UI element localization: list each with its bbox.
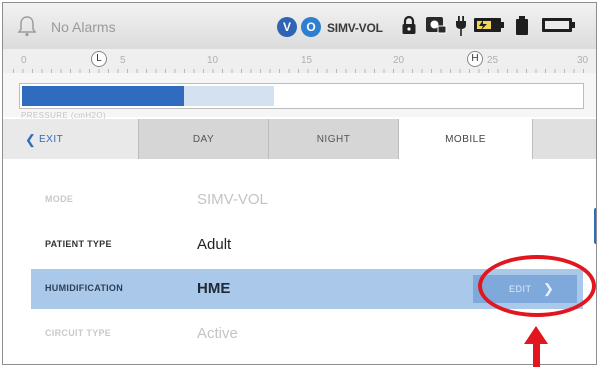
battery-icon (474, 18, 504, 32)
tab-night[interactable]: NIGHT (269, 119, 399, 159)
tab-mobile[interactable]: MOBILE (399, 119, 533, 159)
pressure-scale: 0 L 5 10 15 20 H 25 30 (3, 49, 596, 75)
setting-label: HUMIDIFICATION (45, 283, 124, 293)
plug-icon (456, 16, 466, 36)
pressure-bar-fill (22, 86, 184, 106)
tab-bar-filler (533, 119, 596, 159)
setting-row-patient-type[interactable]: PATIENT TYPE Adult (31, 225, 583, 265)
alarm-status-text[interactable]: No Alarms (51, 19, 116, 35)
bell-icon[interactable] (17, 15, 37, 37)
status-bar: No Alarms V O SIMV-VOL (3, 3, 596, 49)
setting-label: PATIENT TYPE (45, 239, 112, 249)
screen-lock-icon[interactable] (425, 15, 447, 35)
lock-icon[interactable] (401, 15, 417, 35)
setting-row-circuit-type: CIRCUIT TYPE Active (31, 314, 583, 354)
scale-label: 5 (120, 55, 126, 66)
scale-label: 0 (21, 55, 27, 66)
setting-value: HME (197, 280, 231, 297)
highlight-circle (478, 255, 596, 317)
tab-bar: ❮ EXIT DAY NIGHT MOBILE (3, 119, 596, 159)
scrollbar[interactable] (594, 208, 596, 244)
setting-value: Adult (197, 236, 232, 253)
oxygen-badge: O (301, 17, 321, 37)
pressure-bar-peak (184, 86, 274, 106)
chevron-left-icon: ❮ (25, 132, 37, 147)
setting-row-mode: MODE SIMV-VOL (31, 180, 583, 220)
tab-day[interactable]: DAY (139, 119, 269, 159)
setting-value: SIMV-VOL (197, 191, 268, 208)
battery-full-icon (542, 18, 575, 32)
high-limit-marker[interactable]: H (467, 51, 483, 67)
setting-label: CIRCUIT TYPE (45, 328, 112, 338)
ventilation-mode-label: SIMV-VOL (327, 21, 383, 35)
battery-small-icon (516, 16, 528, 35)
low-limit-marker[interactable]: L (91, 51, 107, 67)
arrow-shaft (533, 342, 540, 367)
scale-label: 20 (393, 55, 405, 66)
exit-button[interactable]: ❮ EXIT (3, 119, 139, 159)
scale-label: 30 (577, 55, 589, 66)
exit-label: EXIT (39, 134, 64, 145)
scale-label: 10 (207, 55, 219, 66)
scale-label: 25 (487, 55, 499, 66)
scale-label: 15 (301, 55, 313, 66)
pressure-bar-area: PRESSURE (cmH2O) (3, 73, 596, 120)
setting-value: Active (197, 325, 238, 342)
pressure-bar (19, 83, 584, 109)
setting-label: MODE (45, 194, 74, 204)
volume-mode-badge: V (277, 17, 297, 37)
